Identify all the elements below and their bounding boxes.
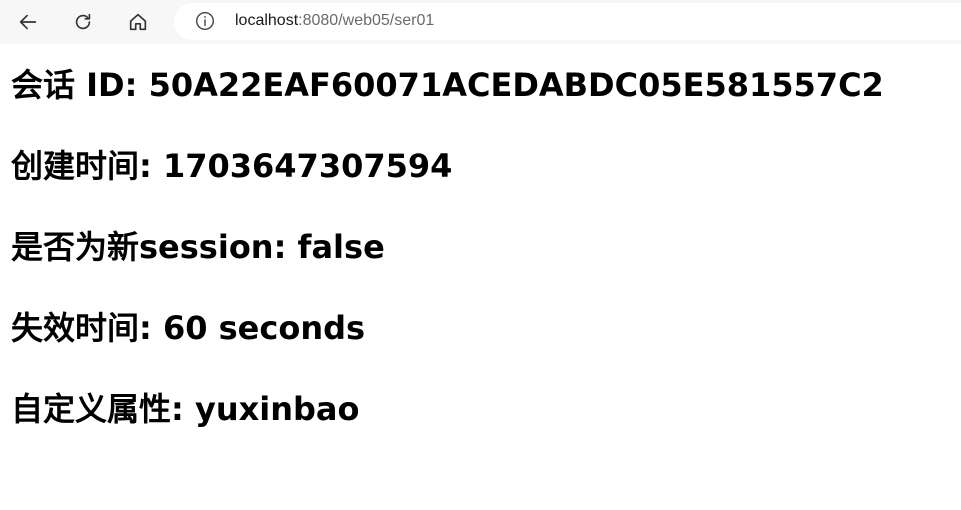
- home-button[interactable]: [122, 6, 154, 38]
- session-id-value: 50A22EAF60071ACEDABDC05E581557C2: [148, 66, 884, 104]
- custom-attribute-line: 自定义属性: yuxinbao: [11, 382, 951, 436]
- browser-toolbar: localhost:8080/web05/ser01: [0, 0, 961, 44]
- url-host: localhost: [235, 12, 299, 29]
- back-button[interactable]: [12, 6, 44, 38]
- page-content: 会话 ID: 50A22EAF60071ACEDABDC05E581557C2 …: [11, 58, 951, 463]
- custom-attribute-label: 自定义属性:: [11, 390, 195, 428]
- is-new-session-value: false: [297, 228, 385, 266]
- is-new-session-label: 是否为新session:: [11, 228, 298, 266]
- url-text: localhost:8080/web05/ser01: [235, 11, 434, 31]
- is-new-session-line: 是否为新session: false: [11, 220, 951, 274]
- home-icon: [129, 13, 147, 31]
- custom-attribute-value: yuxinbao: [194, 390, 360, 428]
- creation-time-label: 创建时间:: [11, 147, 163, 185]
- expire-time-label: 失效时间:: [11, 309, 163, 347]
- info-icon[interactable]: [195, 11, 215, 31]
- arrow-left-icon: [19, 14, 37, 30]
- address-bar[interactable]: localhost:8080/web05/ser01: [174, 3, 961, 40]
- url-path: :8080/web05/ser01: [298, 12, 435, 29]
- refresh-icon: [75, 13, 91, 30]
- session-id-line: 会话 ID: 50A22EAF60071ACEDABDC05E581557C2: [11, 58, 951, 112]
- creation-time-line: 创建时间: 1703647307594: [11, 139, 951, 193]
- expire-time-line: 失效时间: 60 seconds: [11, 301, 951, 355]
- expire-time-value: 60 seconds: [162, 309, 366, 347]
- creation-time-value: 1703647307594: [162, 147, 453, 185]
- reload-button[interactable]: [67, 6, 99, 38]
- session-id-label: 会话 ID:: [11, 66, 149, 104]
